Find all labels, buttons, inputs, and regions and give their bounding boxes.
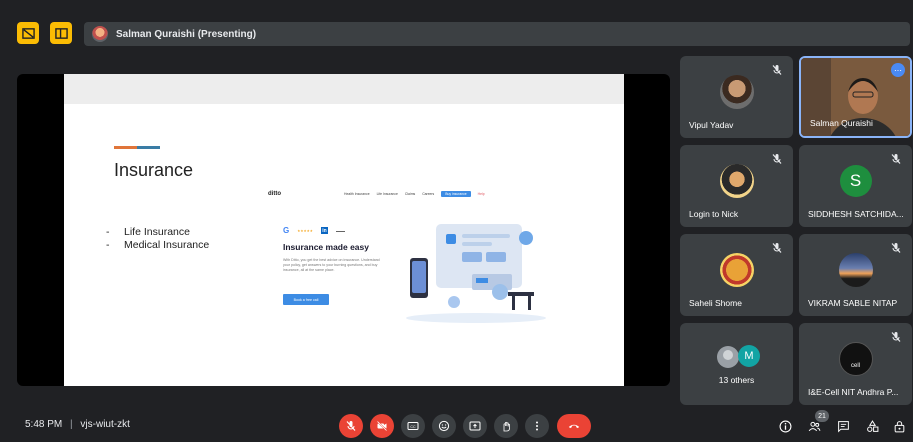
- participant-name: SIDDHESH SATCHIDA...: [808, 209, 904, 219]
- bottom-bar: 5:48 PM | vjs-wiut-zkt CC: [0, 410, 913, 442]
- logo-text: cell: [850, 363, 860, 370]
- nav-item: Careers: [422, 192, 435, 196]
- slide-accent-line: [114, 146, 160, 149]
- letter-avatar: M: [738, 345, 760, 367]
- mic-off-icon: [772, 243, 782, 253]
- present-icon: [469, 421, 481, 431]
- participant-name: Salman Quraishi: [810, 118, 873, 128]
- nav-item: Claims: [404, 192, 416, 196]
- hide-panel-icon: [21, 27, 35, 39]
- camera-off-icon: [376, 420, 388, 432]
- mic-toggle-button[interactable]: [339, 414, 363, 438]
- people-count-badge: 21: [815, 410, 829, 422]
- participant-tile[interactable]: Saheli Shome: [680, 234, 793, 316]
- sidebar-icon: [54, 27, 68, 39]
- shared-slide: Insurance Life Insurance Medical Insuran…: [64, 74, 624, 386]
- badge-text-icon: ▬▬▬: [335, 228, 345, 233]
- emoji-icon: [438, 420, 450, 432]
- presentation-stage: Insurance Life Insurance Medical Insuran…: [17, 74, 670, 386]
- lock-person-icon: [894, 420, 904, 432]
- meeting-details-button[interactable]: [777, 418, 793, 434]
- more-options-button[interactable]: ⋯: [891, 63, 905, 77]
- others-count: 13 others: [718, 375, 755, 385]
- info-icon: [779, 420, 791, 432]
- meeting-code: vjs-wiut-zkt: [80, 419, 130, 430]
- clock-time: 5:48 PM: [25, 419, 63, 430]
- website-nav: Health Insurance Life Insurance Claims C…: [344, 191, 491, 197]
- participant-tile[interactable]: S SIDDHESH SATCHIDA...: [799, 145, 912, 227]
- linkedin-logo-icon: in: [320, 227, 328, 234]
- presenter-chip[interactable]: Salman Quraishi (Presenting): [84, 22, 910, 46]
- camera-toggle-button[interactable]: [370, 414, 394, 438]
- website-screenshot: ditto Health Insurance Life Insurance Cl…: [268, 186, 568, 331]
- website-illustration: [406, 224, 546, 323]
- participant-name: I&E-Cell NIT Andhra P...: [808, 387, 899, 397]
- captions-icon: CC: [407, 422, 419, 430]
- presenter-avatar: [92, 26, 108, 42]
- ie-cell-logo: cell: [838, 342, 873, 377]
- avatar: [838, 253, 873, 288]
- mic-off-icon: [891, 243, 901, 253]
- bullet-item: Medical Insurance: [106, 239, 209, 252]
- svg-text:CC: CC: [410, 425, 416, 429]
- avatar: [719, 75, 754, 110]
- participant-tile[interactable]: VIKRAM SABLE NITAP: [799, 234, 912, 316]
- avatar: [719, 164, 754, 199]
- pin-presentation-button[interactable]: [50, 22, 72, 44]
- chat-icon: [837, 420, 849, 433]
- nav-help: Help: [477, 192, 485, 196]
- activities-button[interactable]: [864, 418, 880, 434]
- nav-item: Life Insurance: [376, 192, 398, 196]
- rating-badges: G ★★★★★ in ▬▬▬: [283, 226, 345, 235]
- reactions-button[interactable]: [432, 414, 456, 438]
- participant-tile[interactable]: Login to Nick: [680, 145, 793, 227]
- mic-off-icon: [346, 421, 356, 431]
- stars-icon: ★★★★★: [297, 228, 313, 233]
- participant-name: Vipul Yadav: [689, 120, 734, 130]
- website-logo: ditto: [268, 191, 281, 197]
- website-heading: Insurance made easy: [283, 242, 369, 252]
- more-vert-icon: [536, 421, 538, 431]
- mic-off-icon: [772, 154, 782, 164]
- hang-up-icon: [568, 424, 580, 429]
- host-controls-button[interactable]: [891, 418, 907, 434]
- layout-toggle-button[interactable]: [17, 22, 39, 44]
- captions-button[interactable]: CC: [401, 414, 425, 438]
- om-symbol-icon: [719, 253, 754, 288]
- website-cta-button: Book a free call: [283, 294, 329, 305]
- participant-name: VIKRAM SABLE NITAP: [808, 298, 898, 308]
- hand-icon: [503, 421, 510, 432]
- website-paragraph: With Ditto, you get the best advice on i…: [283, 258, 380, 273]
- present-screen-button[interactable]: [463, 414, 487, 438]
- mic-off-icon: [772, 65, 782, 75]
- nav-buy-button: Buy insurance: [441, 191, 471, 197]
- mic-off-icon: [891, 154, 901, 164]
- nav-item: Health Insurance: [344, 192, 370, 196]
- participant-tile[interactable]: Vipul Yadav: [680, 56, 793, 138]
- leave-call-button[interactable]: [557, 414, 591, 438]
- others-tile[interactable]: M 13 others: [680, 323, 793, 405]
- meet-window: Salman Quraishi (Presenting) Insurance L…: [0, 0, 913, 442]
- shapes-icon: [866, 419, 878, 432]
- google-logo-icon: G: [283, 226, 290, 235]
- separator: |: [70, 419, 73, 430]
- participant-name: Saheli Shome: [689, 298, 742, 308]
- raise-hand-button[interactable]: [494, 414, 518, 438]
- top-bar: Salman Quraishi (Presenting): [0, 0, 913, 48]
- slide-bullet-list: Life Insurance Medical Insurance: [106, 226, 209, 252]
- presenter-label: Salman Quraishi (Presenting): [116, 28, 257, 40]
- participant-tile-active-speaker[interactable]: ⋯ Salman Quraishi: [799, 56, 912, 138]
- letter-avatar: S: [839, 165, 872, 198]
- bullet-item: Life Insurance: [106, 226, 209, 239]
- chat-button[interactable]: [835, 418, 851, 434]
- mic-off-icon: [891, 332, 901, 342]
- slide-header-band: [64, 74, 624, 104]
- meeting-info: 5:48 PM | vjs-wiut-zkt: [25, 419, 130, 430]
- participant-name: Login to Nick: [689, 209, 739, 219]
- slide-title: Insurance: [114, 160, 194, 180]
- more-options-button[interactable]: [525, 414, 549, 438]
- participant-tile[interactable]: cell I&E-Cell NIT Andhra P...: [799, 323, 912, 405]
